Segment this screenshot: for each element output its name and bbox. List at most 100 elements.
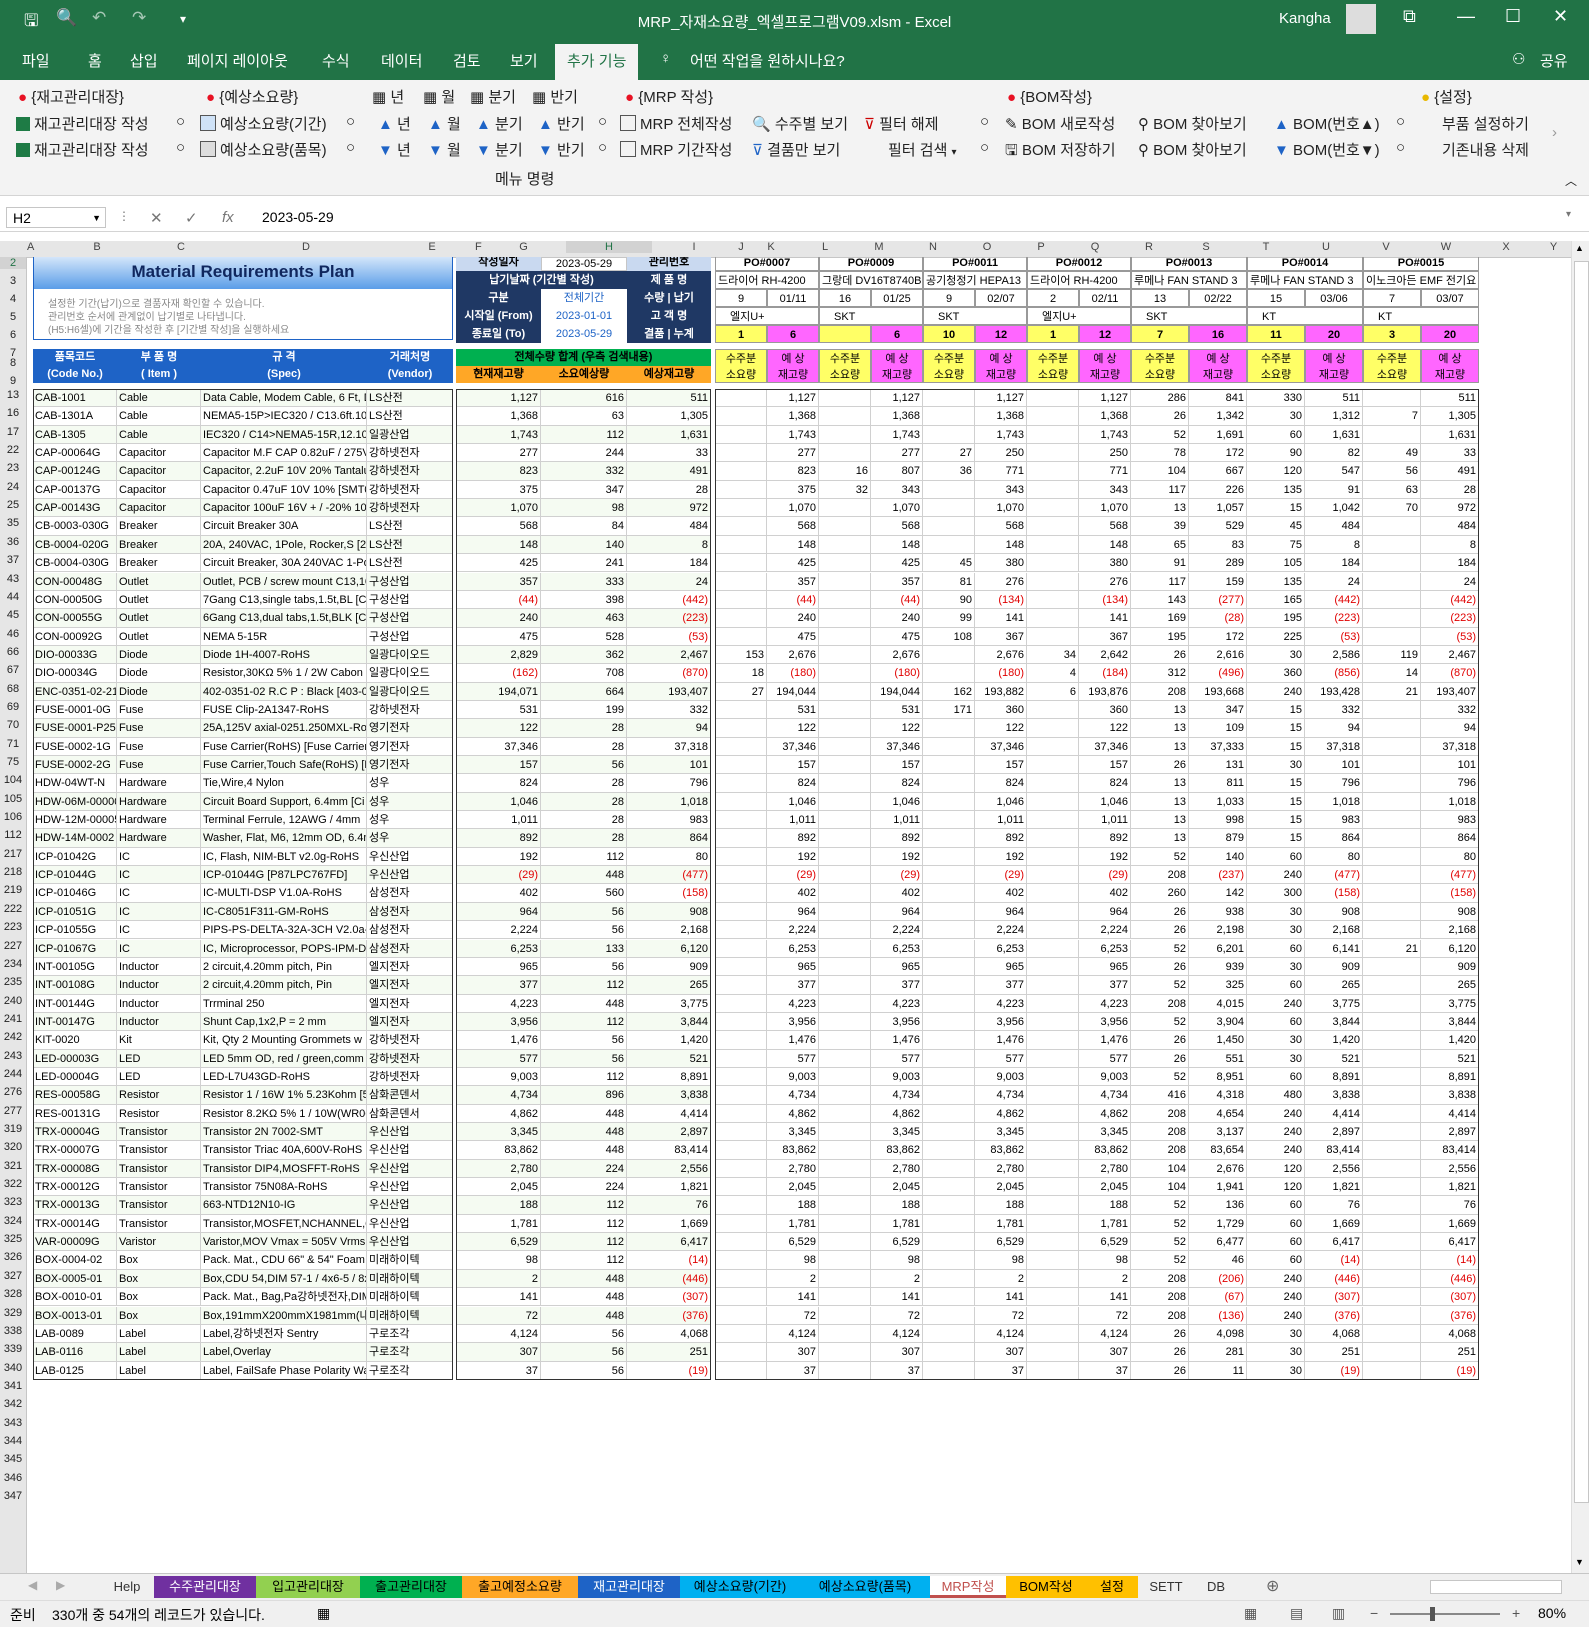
- sheet-tab[interactable]: 예상소요량(품목): [800, 1576, 930, 1598]
- radio-icon[interactable]: ○: [346, 139, 355, 156]
- row-header[interactable]: 342: [0, 1398, 26, 1410]
- half-button[interactable]: ▦ 반기: [532, 86, 578, 107]
- sheet-tab[interactable]: 입고관리대장: [256, 1576, 360, 1598]
- row-header[interactable]: 347: [0, 1490, 26, 1502]
- po-number[interactable]: PO#0013: [1131, 257, 1247, 271]
- page-layout-icon[interactable]: ▤: [1290, 1605, 1303, 1622]
- row-header[interactable]: 69: [0, 701, 26, 713]
- po-qty[interactable]: 15: [1247, 289, 1305, 307]
- row-header[interactable]: 243: [0, 1050, 26, 1062]
- column-header[interactable]: Q: [1068, 241, 1122, 253]
- row-header[interactable]: 17: [0, 426, 26, 438]
- row-header[interactable]: 346: [0, 1472, 26, 1484]
- po-qty[interactable]: 9: [715, 289, 767, 307]
- po-date[interactable]: 02/11: [1079, 289, 1131, 307]
- column-header[interactable]: K: [744, 241, 798, 253]
- row-header[interactable]: 3: [0, 275, 26, 287]
- po-qty[interactable]: 16: [819, 289, 871, 307]
- filter-search-button[interactable]: 필터 검색 ▾: [888, 139, 957, 160]
- row-header[interactable]: 222: [0, 903, 26, 915]
- zoom-out-icon[interactable]: −: [1370, 1605, 1378, 1621]
- shortage-only-button[interactable]: ⊽ 결품만 보기: [752, 139, 840, 160]
- mrp-period-button[interactable]: MRP 기간작성: [620, 139, 732, 160]
- row-header[interactable]: 70: [0, 719, 26, 731]
- po-product[interactable]: 루메나 FAN STAND 3: [1131, 271, 1247, 289]
- tell-me-icon[interactable]: ♀: [660, 50, 671, 67]
- row-header[interactable]: 44: [0, 591, 26, 603]
- column-header[interactable]: T: [1236, 241, 1296, 253]
- po-customer[interactable]: KT: [1363, 307, 1479, 325]
- po-date[interactable]: 03/07: [1421, 289, 1479, 307]
- row-header[interactable]: 43: [0, 573, 26, 585]
- collapse-ribbon-icon[interactable]: ︿: [1565, 172, 1577, 189]
- tab-view[interactable]: 보기: [510, 50, 538, 71]
- row-header[interactable]: 46: [0, 628, 26, 640]
- column-header[interactable]: X: [1476, 241, 1536, 253]
- vertical-scrollbar[interactable]: ▲ ▼: [1571, 241, 1589, 1573]
- row-header[interactable]: 277: [0, 1105, 26, 1117]
- po-product[interactable]: 루메나 FAN STAND 3: [1247, 271, 1363, 289]
- po-number[interactable]: PO#0007: [715, 257, 819, 271]
- row-header[interactable]: 75: [0, 756, 26, 768]
- zoom-in-icon[interactable]: +: [1512, 1605, 1520, 1621]
- horizontal-scrollbar[interactable]: [1430, 1580, 1562, 1594]
- row-header[interactable]: 326: [0, 1251, 26, 1263]
- column-header[interactable]: I: [652, 241, 736, 253]
- tab-scroll-right-icon[interactable]: ▶: [56, 1578, 65, 1592]
- bom-new-button[interactable]: ✎ BOM 새로작성: [1005, 113, 1115, 134]
- to-date[interactable]: 2023-05-29: [541, 325, 627, 343]
- year-up-button[interactable]: ▲ 년: [378, 113, 411, 134]
- column-header[interactable]: P: [1014, 241, 1068, 253]
- row-header[interactable]: 341: [0, 1380, 26, 1392]
- tab-file[interactable]: 파일: [22, 50, 50, 71]
- po-customer[interactable]: KT: [1247, 307, 1363, 325]
- normal-view-icon[interactable]: ▦: [1244, 1605, 1257, 1622]
- row-header[interactable]: 321: [0, 1160, 26, 1172]
- tab-add-ins[interactable]: 추가 기능: [555, 44, 639, 80]
- column-header[interactable]: Y: [1536, 241, 1571, 253]
- from-date[interactable]: 2023-01-01: [541, 307, 627, 325]
- row-header[interactable]: 234: [0, 958, 26, 970]
- column-header[interactable]: C: [139, 241, 223, 253]
- expand-formula-icon[interactable]: ▾: [1566, 209, 1571, 220]
- po-date[interactable]: 03/06: [1305, 289, 1363, 307]
- row-header[interactable]: 218: [0, 866, 26, 878]
- row-header[interactable]: 242: [0, 1031, 26, 1043]
- sheet-tab[interactable]: SETT: [1138, 1576, 1194, 1598]
- po-date[interactable]: 02/22: [1189, 289, 1247, 307]
- half-down-button[interactable]: ▼ 반기: [538, 139, 585, 160]
- column-header[interactable]: E: [389, 241, 475, 253]
- row-header[interactable]: 235: [0, 976, 26, 988]
- column-headers[interactable]: ABCDEFGHIJKLMNOPQRSTUVWXY: [0, 241, 1571, 258]
- po-product[interactable]: 드라이어 RH-4200: [715, 271, 819, 289]
- tab-insert[interactable]: 삽입: [130, 50, 158, 71]
- po-number[interactable]: PO#0012: [1027, 257, 1131, 271]
- po-product[interactable]: 공기청정기 HEPA13: [923, 271, 1027, 289]
- cancel-icon[interactable]: ✕: [150, 209, 163, 227]
- sheet-tab[interactable]: 출고관리대장: [360, 1576, 462, 1598]
- row-header[interactable]: 8: [0, 357, 26, 369]
- po-date[interactable]: 01/11: [767, 289, 819, 307]
- sheet-tab[interactable]: DB: [1194, 1576, 1238, 1598]
- row-header[interactable]: 66: [0, 646, 26, 658]
- radio-icon[interactable]: ○: [1396, 113, 1405, 130]
- column-header[interactable]: N: [906, 241, 960, 253]
- row-header[interactable]: 9: [0, 375, 26, 387]
- radio-icon[interactable]: ○: [1396, 139, 1405, 156]
- sheet-tab[interactable]: MRP작성: [930, 1576, 1006, 1598]
- year-down-button[interactable]: ▼ 년: [378, 139, 411, 160]
- po-qty[interactable]: 9: [923, 289, 975, 307]
- po-number[interactable]: PO#0015: [1363, 257, 1479, 271]
- column-header[interactable]: S: [1176, 241, 1236, 253]
- po-customer[interactable]: SKT: [1131, 307, 1247, 325]
- po-customer[interactable]: SKT: [923, 307, 1027, 325]
- tell-me-input[interactable]: 어떤 작업을 원하시나요?: [690, 50, 845, 71]
- sheet-tab[interactable]: 출고예정소요량: [462, 1576, 578, 1598]
- row-header[interactable]: 219: [0, 884, 26, 896]
- row-header[interactable]: 340: [0, 1362, 26, 1374]
- row-header[interactable]: 36: [0, 536, 26, 548]
- enter-icon[interactable]: ✓: [185, 209, 198, 227]
- row-header[interactable]: 320: [0, 1141, 26, 1153]
- row-header[interactable]: 241: [0, 1013, 26, 1025]
- row-header[interactable]: 345: [0, 1453, 26, 1465]
